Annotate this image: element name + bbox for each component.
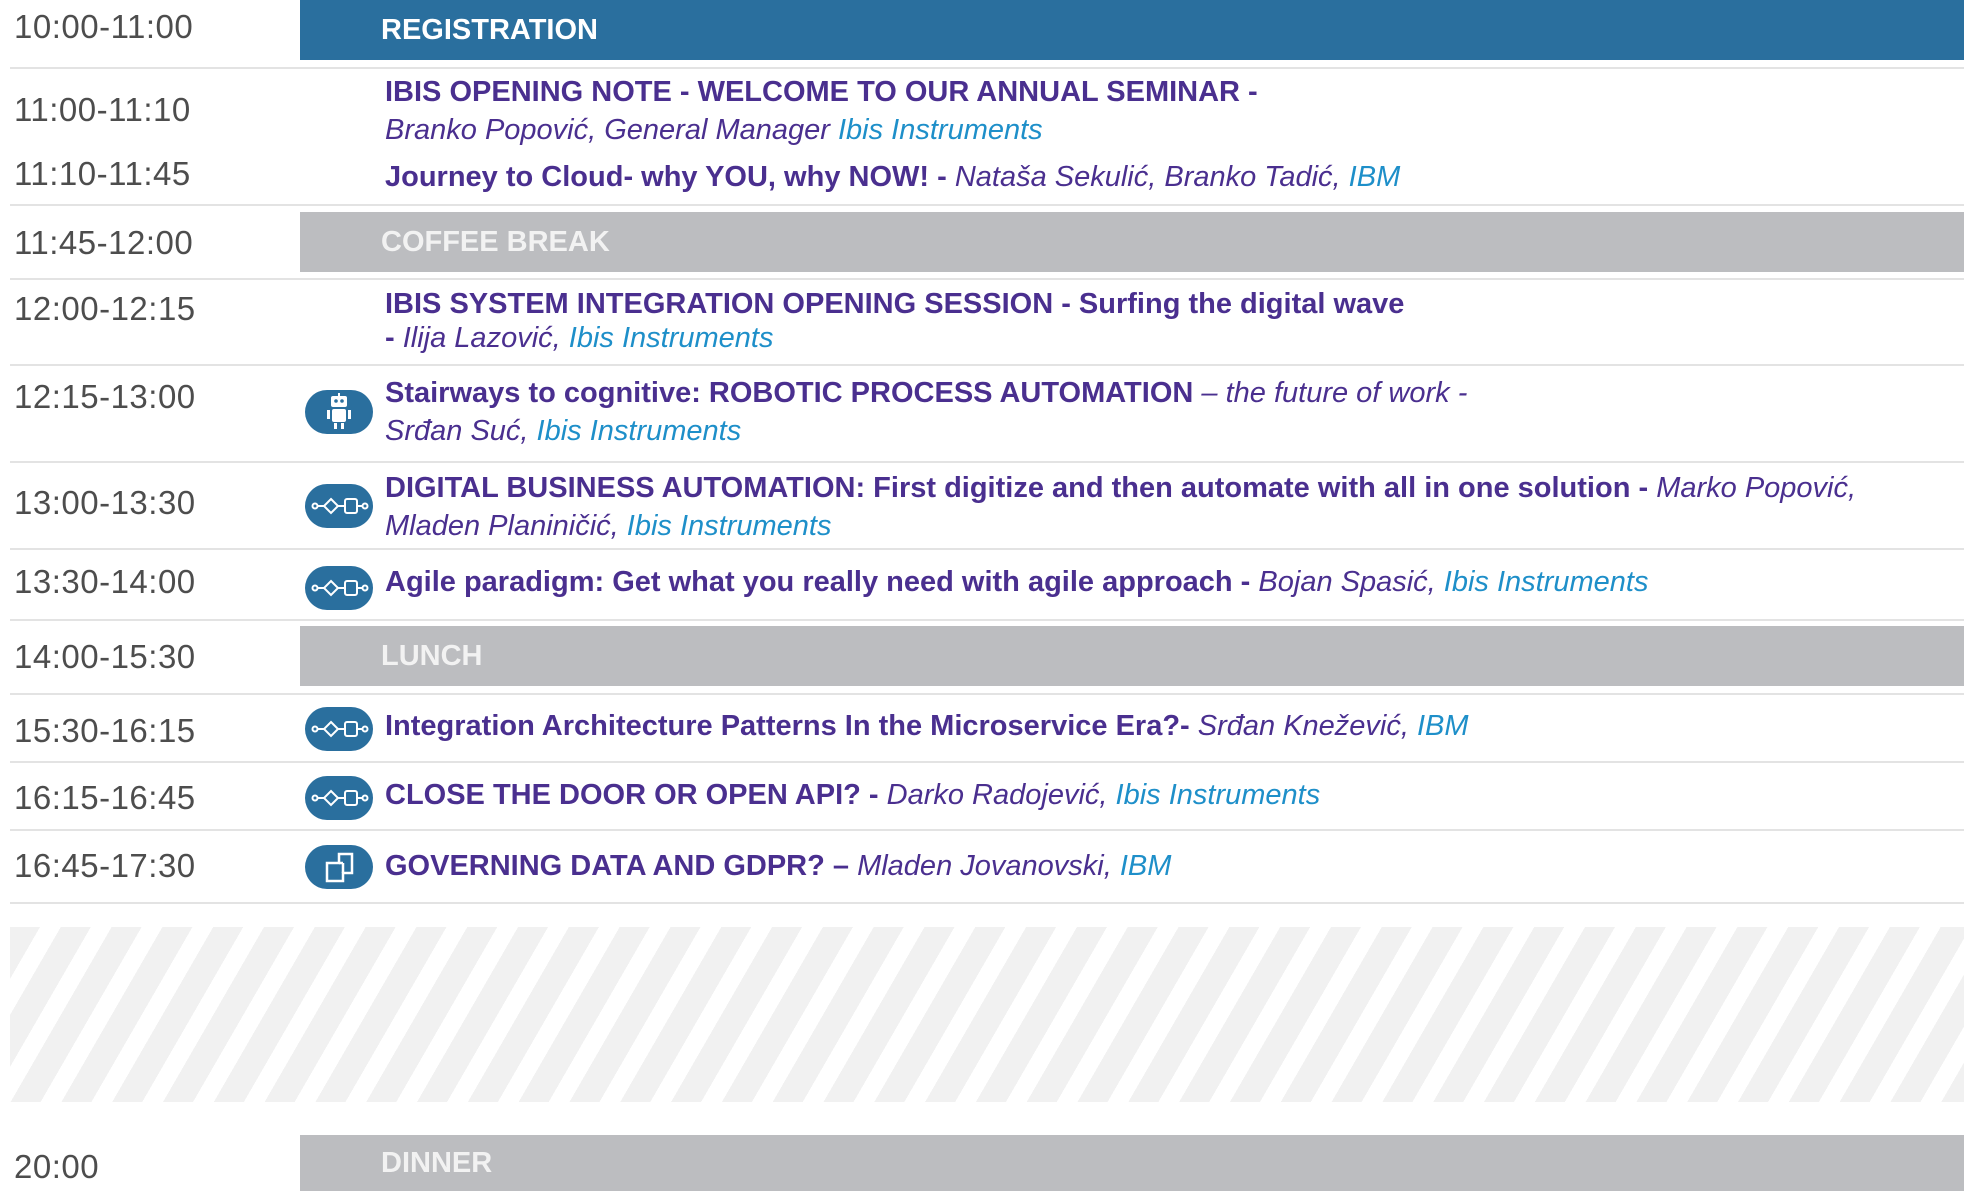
title-dash: - xyxy=(385,322,395,354)
talk-title: IBIS SYSTEM INTEGRATION OPENING SESSION … xyxy=(385,288,1405,320)
robot-icon xyxy=(305,390,373,434)
talk-entry: CLOSE THE DOOR OR OPEN API? - Darko Rado… xyxy=(385,776,1956,814)
time-slot: 16:45-17:30 xyxy=(14,847,196,884)
time-slot: 11:00-11:10 xyxy=(14,91,191,128)
talk-title: Integration Architecture Patterns In the… xyxy=(385,710,1190,742)
talk-title: CLOSE THE DOOR OR OPEN API? - xyxy=(385,779,879,811)
talk-title: Stairways to cognitive: ROBOTIC PROCESS … xyxy=(385,377,1194,409)
speaker-org: Ibis Instruments xyxy=(1443,566,1649,598)
time-slot: 20:00 xyxy=(14,1148,100,1185)
speaker-org: Ibis Instruments xyxy=(626,510,832,542)
speaker-name: Mladen Jovanovski, xyxy=(857,850,1112,882)
workflow-icon xyxy=(305,776,373,820)
talk-entry: IBIS SYSTEM INTEGRATION OPENING SESSION … xyxy=(385,287,1956,355)
talk-entry: IBIS OPENING NOTE - WELCOME TO OUR ANNUA… xyxy=(385,73,1956,149)
speaker-name: Branko Popović, General Manager xyxy=(385,114,830,146)
row-divider xyxy=(10,461,1964,463)
time-slot: 11:45-12:00 xyxy=(14,224,194,261)
speaker-name: Srđan Knežević, xyxy=(1197,710,1409,742)
speaker-name: Mladen Planiničić, xyxy=(385,510,619,542)
talk-title: Agile paradigm: Get what you really need… xyxy=(385,566,1251,598)
speaker-name: Ilija Lazović, xyxy=(402,322,561,354)
row-divider xyxy=(10,67,1964,69)
row-divider xyxy=(10,761,1964,763)
coffee-break-bar: COFFEE BREAK xyxy=(300,212,1964,272)
speaker-org: Ibis Instruments xyxy=(1115,779,1321,811)
time-slot: 10:00-11:00 xyxy=(14,8,194,45)
speaker-name: Nataša Sekulić, Branko Tadić, xyxy=(954,161,1341,193)
workflow-icon xyxy=(305,707,373,751)
row-divider xyxy=(10,278,1964,280)
data-icon xyxy=(305,845,373,889)
decorative-stripes xyxy=(10,927,1964,1102)
row-divider xyxy=(10,364,1964,366)
row-divider xyxy=(10,204,1964,206)
speaker-org: IBM xyxy=(1348,161,1401,193)
row-divider xyxy=(10,548,1964,550)
speaker-name: Srđan Suć, xyxy=(385,415,529,447)
talk-entry: Agile paradigm: Get what you really need… xyxy=(385,563,1956,601)
speaker-name: Bojan Spasić, xyxy=(1258,566,1436,598)
row-divider xyxy=(10,693,1964,695)
talk-entry: Integration Architecture Patterns In the… xyxy=(385,707,1956,745)
workflow-icon xyxy=(305,484,373,528)
talk-title: DIGITAL BUSINESS AUTOMATION: First digit… xyxy=(385,472,1649,504)
talk-entry: GOVERNING DATA AND GDPR? – Mladen Jovano… xyxy=(385,847,1956,885)
time-slot: 11:10-11:45 xyxy=(14,155,191,192)
speaker-name: Darko Radojević, xyxy=(886,779,1108,811)
time-slot: 15:30-16:15 xyxy=(14,712,196,749)
workflow-icon xyxy=(305,566,373,610)
row-divider xyxy=(10,619,1964,621)
talk-subtitle: – the future of work - xyxy=(1201,377,1468,409)
time-slot: 12:15-13:00 xyxy=(14,378,196,415)
talk-entry: Journey to Cloud- why YOU, why NOW! - Na… xyxy=(385,158,1956,196)
row-divider xyxy=(10,829,1964,831)
speaker-org: Ibis Instruments xyxy=(536,415,742,447)
speaker-name: Marko Popović, xyxy=(1656,472,1857,504)
speaker-org: IBM xyxy=(1417,710,1469,742)
talk-title: IBIS OPENING NOTE - WELCOME TO OUR ANNUA… xyxy=(385,76,1258,108)
time-slot: 13:30-14:00 xyxy=(14,563,196,600)
time-slot: 13:00-13:30 xyxy=(14,484,196,521)
speaker-org: Ibis Instruments xyxy=(568,322,774,354)
time-slot: 16:15-16:45 xyxy=(14,779,196,816)
registration-bar: REGISTRATION xyxy=(300,0,1964,60)
dinner-bar: DINNER xyxy=(300,1135,1964,1191)
speaker-org: IBM xyxy=(1119,850,1172,882)
time-slot: 12:00-12:15 xyxy=(14,290,196,327)
row-divider xyxy=(10,902,1964,904)
talk-entry: Stairways to cognitive: ROBOTIC PROCESS … xyxy=(385,374,1956,450)
lunch-bar: LUNCH xyxy=(300,626,1964,686)
talk-title: Journey to Cloud- why YOU, why NOW! - xyxy=(385,161,947,193)
talk-entry: DIGITAL BUSINESS AUTOMATION: First digit… xyxy=(385,469,1956,545)
time-slot: 14:00-15:30 xyxy=(14,638,196,675)
speaker-org: Ibis Instruments xyxy=(837,114,1043,146)
talk-title: GOVERNING DATA AND GDPR? – xyxy=(385,850,850,882)
